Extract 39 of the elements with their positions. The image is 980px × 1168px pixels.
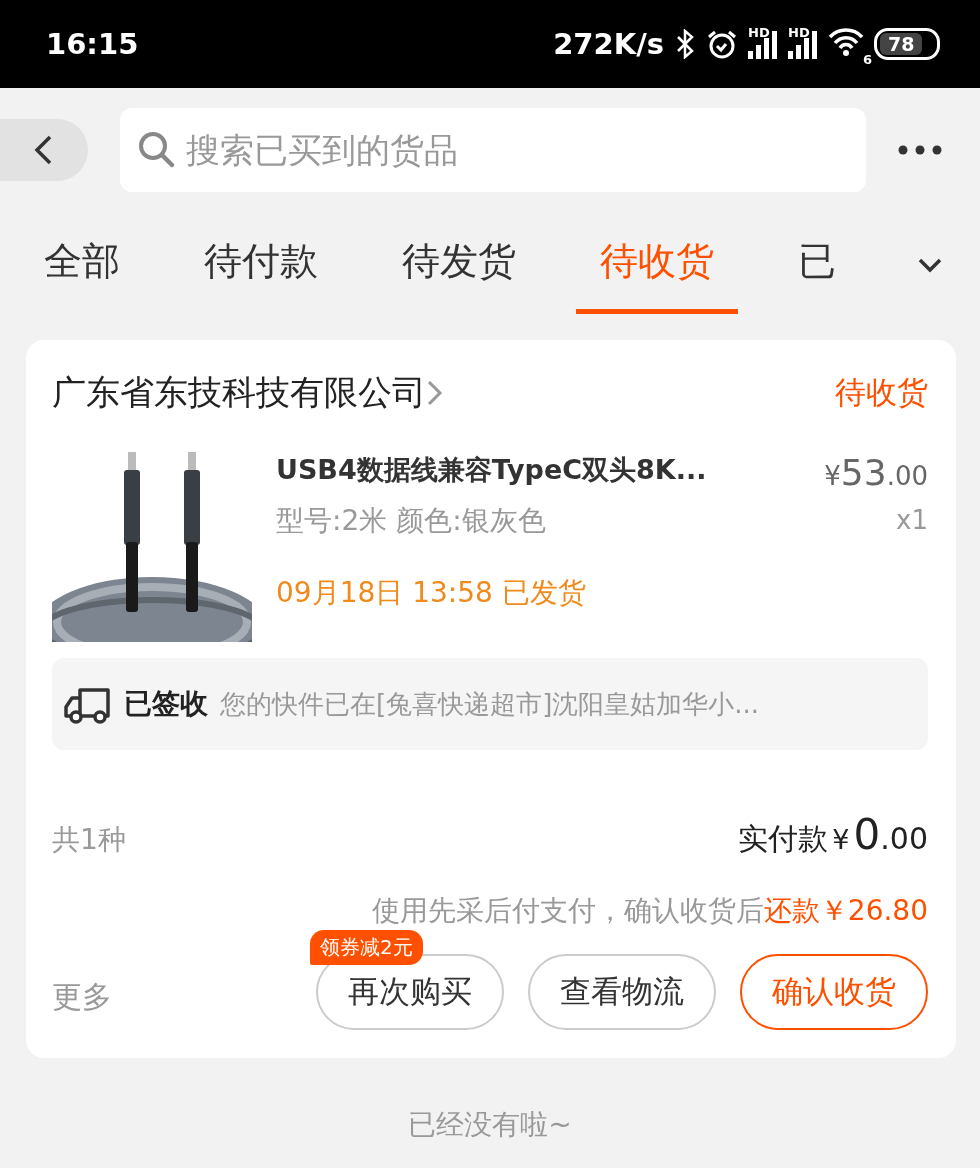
back-button[interactable] (0, 119, 88, 181)
search-icon (138, 131, 176, 169)
tab[interactable]: 待付款 (180, 222, 342, 314)
chevron-down-icon[interactable] (918, 257, 942, 273)
alarm-clock-icon (706, 29, 738, 59)
tab[interactable]: 全部 (20, 222, 144, 314)
tab[interactable]: 已 (774, 222, 860, 314)
delivery-status: 已签收 (124, 686, 208, 722)
back-icon (34, 135, 54, 165)
action-button[interactable]: 查看物流 (528, 954, 716, 1030)
delivery-message: 您的快件已在[兔喜快递超市]沈阳皇姑加华小... (220, 687, 760, 721)
network-type-label: HD (748, 25, 770, 40)
chevron-right-icon (426, 380, 444, 406)
product-spec: 型号:2米 颜色:银灰色 (276, 503, 547, 539)
signal-icon (788, 29, 818, 59)
network-speed: 272K/s (553, 27, 664, 61)
more-options-icon[interactable] (898, 145, 942, 155)
shop-name[interactable]: 广东省东技科技有限公司 (52, 370, 426, 416)
quantity: x1 (895, 505, 928, 535)
search-field[interactable]: 搜索已买到的货品 (120, 108, 866, 192)
paid-amount: ¥0.00 (831, 810, 928, 859)
wifi-icon (828, 25, 864, 56)
clock-time: 16:15 (46, 27, 139, 61)
item-count: 共1种 (52, 822, 126, 858)
bluetooth-icon (674, 29, 696, 59)
paid-label: 实付款 (738, 820, 829, 858)
logistics-panel[interactable]: 已签收 您的快件已在[兔喜快递超市]沈阳皇姑加华小... (52, 658, 928, 750)
tab[interactable]: 待发货 (378, 222, 540, 314)
order-status: 待收货 (835, 373, 928, 412)
signal-icon (748, 29, 778, 59)
network-type-label: HD (788, 25, 810, 40)
product-title[interactable]: USB4数据线兼容TypeC双头8K... (276, 452, 801, 488)
shipping-status: 09月18日 13:58 已发货 (276, 575, 587, 611)
payment-note: 使用先采后付支付，确认收货后还款￥26.80 (371, 893, 928, 929)
wifi-label: 6 (862, 51, 872, 67)
product-price: ¥53.00 (824, 452, 928, 493)
coupon-badge: 领券减2元 (310, 930, 423, 965)
battery-level: 78 (880, 33, 923, 55)
end-of-list-text: 已经没有啦~ (408, 1108, 572, 1141)
